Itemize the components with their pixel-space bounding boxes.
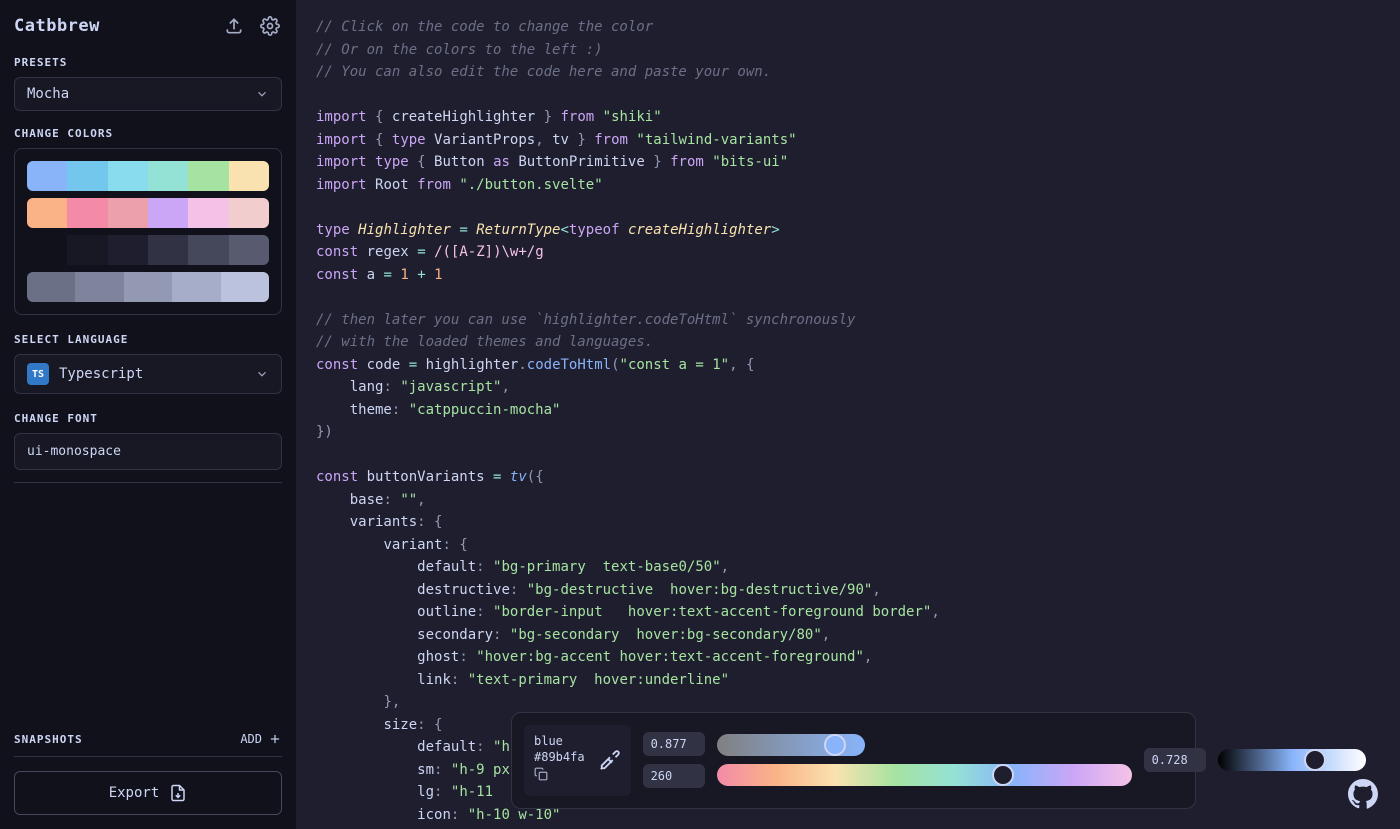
- language-selected: Typescript: [59, 366, 143, 382]
- color-name: blue: [534, 733, 585, 749]
- logo: Catbbrew: [14, 16, 100, 36]
- chevron-down-icon: [255, 367, 269, 381]
- saturation-slider[interactable]: [717, 734, 865, 756]
- accent-palette: [27, 161, 269, 191]
- swatch[interactable]: [148, 198, 188, 228]
- language-label: SELECT LANGUAGE: [14, 333, 282, 346]
- swatch[interactable]: [67, 161, 107, 191]
- copy-icon[interactable]: [534, 767, 548, 781]
- sidebar-header: Catbbrew: [14, 14, 282, 38]
- share-icon[interactable]: [222, 14, 246, 38]
- swatch[interactable]: [108, 235, 148, 265]
- swatch[interactable]: [188, 235, 228, 265]
- plus-icon: [268, 732, 282, 746]
- typescript-badge-icon: TS: [27, 363, 49, 385]
- swatch[interactable]: [148, 235, 188, 265]
- editor-main: // Click on the code to change the color…: [296, 0, 1400, 829]
- swatch[interactable]: [108, 198, 148, 228]
- swatch[interactable]: [27, 272, 75, 302]
- sidebar: Catbbrew PRESETS Mocha CHANGE COLORS: [0, 0, 296, 829]
- chevron-down-icon: [255, 87, 269, 101]
- lightness-slider[interactable]: [1218, 749, 1366, 771]
- saturation-input[interactable]: [643, 732, 705, 756]
- file-export-icon: [169, 784, 187, 802]
- accent-palette-2: [27, 198, 269, 228]
- preset-dropdown[interactable]: Mocha: [14, 77, 282, 111]
- swatch[interactable]: [124, 272, 172, 302]
- swatch[interactable]: [229, 235, 269, 265]
- base-palette: [27, 235, 269, 265]
- swatch[interactable]: [27, 161, 67, 191]
- swatch[interactable]: [75, 272, 123, 302]
- swatch[interactable]: [27, 235, 67, 265]
- swatch[interactable]: [229, 161, 269, 191]
- presets-label: PRESETS: [14, 56, 282, 69]
- hue-input[interactable]: [643, 764, 705, 788]
- font-input[interactable]: [14, 433, 282, 470]
- github-icon[interactable]: [1348, 779, 1378, 809]
- export-button[interactable]: Export: [14, 771, 282, 815]
- color-palette-panel: [14, 148, 282, 315]
- snapshots-label: SNAPSHOTS: [14, 733, 83, 746]
- swatch[interactable]: [188, 198, 228, 228]
- language-dropdown[interactable]: TS Typescript: [14, 354, 282, 394]
- swatch[interactable]: [108, 161, 148, 191]
- colors-label: CHANGE COLORS: [14, 127, 282, 140]
- slider-thumb[interactable]: [824, 734, 846, 756]
- swatch[interactable]: [67, 235, 107, 265]
- add-snapshot-button[interactable]: ADD: [240, 732, 282, 746]
- slider-thumb[interactable]: [1304, 749, 1326, 771]
- lightness-input[interactable]: [1144, 748, 1206, 772]
- swatch[interactable]: [172, 272, 220, 302]
- swatch[interactable]: [67, 198, 107, 228]
- swatch[interactable]: [221, 272, 269, 302]
- color-info-box: blue #89b4fa: [524, 725, 631, 797]
- header-actions: [222, 14, 282, 38]
- hue-slider[interactable]: [717, 764, 1132, 786]
- color-hex: #89b4fa: [534, 749, 585, 765]
- swatch[interactable]: [148, 161, 188, 191]
- swatch[interactable]: [188, 161, 228, 191]
- swatch[interactable]: [229, 198, 269, 228]
- snapshots-row: SNAPSHOTS ADD: [14, 722, 282, 757]
- settings-icon[interactable]: [258, 14, 282, 38]
- swatch[interactable]: [27, 198, 67, 228]
- base-palette-2: [27, 272, 269, 302]
- font-label: CHANGE FONT: [14, 412, 282, 425]
- preset-selected: Mocha: [27, 86, 69, 102]
- color-picker-popup: blue #89b4fa: [511, 712, 1196, 810]
- code-editor[interactable]: // Click on the code to change the color…: [296, 0, 1400, 829]
- eyedropper-icon[interactable]: [599, 749, 621, 771]
- slider-thumb[interactable]: [992, 764, 1014, 786]
